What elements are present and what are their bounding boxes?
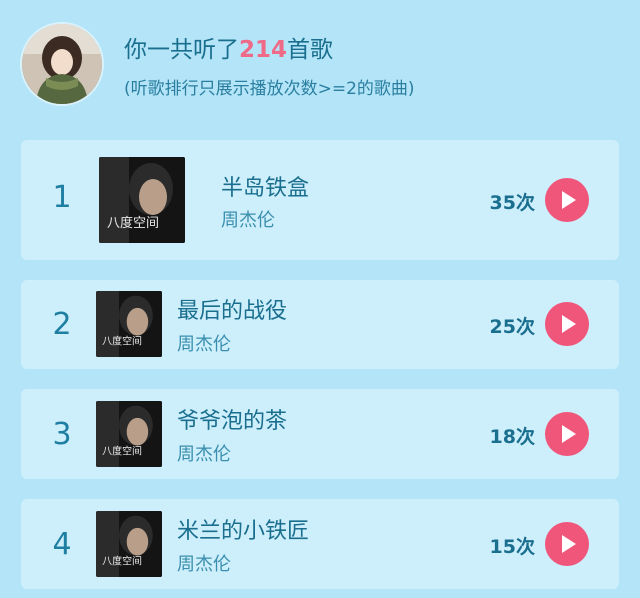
album-cover: 八度空间: [96, 511, 162, 577]
song-artist[interactable]: 周杰伦: [221, 206, 275, 232]
total-songs-count: 214: [239, 37, 288, 63]
play-icon: [562, 315, 576, 333]
play-button[interactable]: [545, 178, 589, 222]
play-icon: [562, 425, 576, 443]
svg-text:八度空间: 八度空间: [102, 555, 142, 568]
play-count: 25次: [489, 316, 535, 338]
play-count: 15次: [489, 536, 535, 558]
song-rank: 4: [52, 527, 72, 562]
play-count: 35次: [489, 192, 535, 214]
song-artist[interactable]: 周杰伦: [177, 550, 231, 576]
album-cover: 八度空间: [96, 401, 162, 467]
song-row[interactable]: 3 八度空间 爷爷泡的茶 周杰伦 18次: [21, 389, 619, 479]
song-row[interactable]: 1 八度空间 半岛铁盒 周杰伦 35次: [21, 140, 619, 260]
album-cover: 八度空间: [99, 157, 185, 243]
play-button[interactable]: [545, 302, 589, 346]
song-row[interactable]: 4 八度空间 米兰的小铁匠 周杰伦 15次: [21, 499, 619, 589]
play-icon: [562, 191, 576, 209]
play-icon: [562, 535, 576, 553]
album-cover: 八度空间: [96, 291, 162, 357]
play-button[interactable]: [545, 412, 589, 456]
song-artist[interactable]: 周杰伦: [177, 330, 231, 356]
svg-text:八度空间: 八度空间: [107, 215, 159, 231]
song-title[interactable]: 米兰的小铁匠: [177, 513, 309, 545]
svg-text:八度空间: 八度空间: [102, 335, 142, 348]
song-rank: 1: [52, 180, 72, 215]
ranking-note: (听歌排行只展示播放次数>=2的歌曲): [124, 79, 415, 99]
summary-prefix: 你一共听了: [124, 37, 239, 63]
svg-text:八度空间: 八度空间: [102, 445, 142, 458]
play-button[interactable]: [545, 522, 589, 566]
song-rank: 2: [52, 307, 72, 342]
song-title[interactable]: 爷爷泡的茶: [177, 403, 287, 435]
ranking-header: 你一共听了214首歌 (听歌排行只展示播放次数>=2的歌曲): [0, 0, 640, 120]
avatar-image: [22, 24, 102, 104]
total-songs-summary: 你一共听了214首歌: [124, 30, 333, 64]
summary-suffix: 首歌: [287, 37, 334, 63]
song-title[interactable]: 半岛铁盒: [221, 170, 309, 202]
user-avatar[interactable]: [22, 24, 102, 104]
song-title[interactable]: 最后的战役: [177, 293, 287, 325]
song-artist[interactable]: 周杰伦: [177, 440, 231, 466]
play-count: 18次: [489, 426, 535, 448]
song-rank: 3: [52, 417, 72, 452]
song-row[interactable]: 2 八度空间 最后的战役 周杰伦 25次: [21, 280, 619, 369]
